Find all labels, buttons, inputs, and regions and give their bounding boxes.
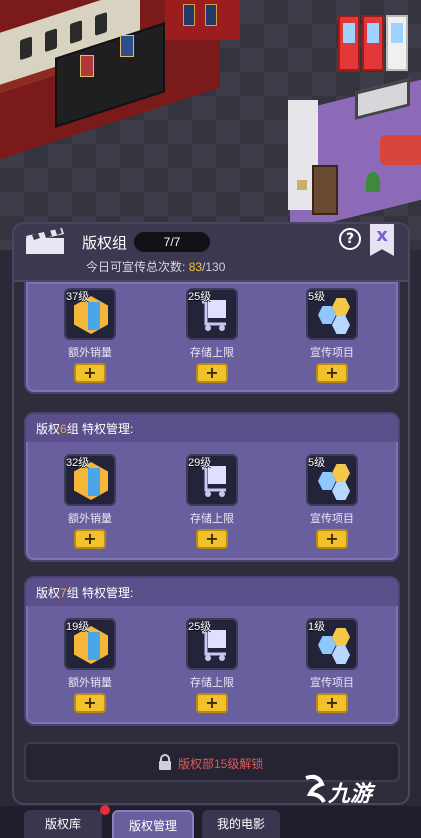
skill-extra-sales: 19级 额外销量 + [54, 618, 126, 713]
skill-icon-box: 5级 [306, 288, 358, 340]
skill-name: 存储上限 [190, 347, 234, 359]
vending-machine [338, 15, 360, 71]
skill-icon-box: 25级 [186, 288, 238, 340]
help-icon[interactable]: ? [339, 228, 361, 250]
group-title: 版权7组 特权管理: [36, 584, 133, 601]
skill-name: 宣传项目 [310, 677, 354, 689]
merch-item [45, 28, 57, 53]
skill-level: 25级 [188, 621, 212, 633]
upgrade-button[interactable]: + [316, 529, 348, 549]
skill-icon-box: 1级 [306, 618, 358, 670]
skill-promo-projects: 5级 宣传项目 + [296, 288, 368, 383]
skill-promo-projects: 1级 宣传项目 + [296, 618, 368, 713]
group-number: 7 [60, 586, 67, 600]
skill-name: 宣传项目 [310, 513, 354, 525]
game-scene-background [0, 0, 421, 250]
skill-storage-limit: 25级 存储上限 + [176, 288, 248, 383]
daily-promo-total: /130 [202, 260, 226, 274]
vending-machine [386, 15, 408, 71]
skill-icon-box: 25级 [186, 618, 238, 670]
bookshelf [312, 165, 338, 215]
group-number: 6 [60, 422, 67, 436]
tab-copyright-management[interactable]: 版权管理 [112, 810, 194, 838]
skill-level: 29级 [188, 457, 212, 469]
slot-counter: 7/7 [134, 232, 210, 252]
notification-dot [100, 805, 110, 815]
movie-poster [80, 55, 94, 77]
skill-name: 额外销量 [68, 677, 112, 689]
red-wall [165, 0, 240, 40]
close-button[interactable]: x [370, 224, 394, 256]
skill-icon-box: 29级 [186, 454, 238, 506]
daily-promo-count: 今日可宣传总次数: 83/130 [86, 258, 225, 275]
plant [366, 172, 380, 192]
merch-item [95, 11, 107, 36]
skill-level: 5级 [308, 457, 326, 469]
wall-poster [183, 4, 195, 26]
skill-storage-limit: 25级 存储上限 + [176, 618, 248, 713]
movie-poster [120, 35, 134, 57]
skill-level: 1级 [308, 621, 326, 633]
group-title: 版权6组 特权管理: [36, 420, 133, 437]
group-card: 37级 额外销量 + 25级 存储上限 + 5级 宣传项目 + [24, 282, 400, 394]
group-card-7: 版权7组 特权管理: 19级 额外销量 + 25级 存储上限 + 1级 宣传项目… [24, 576, 400, 726]
skill-storage-limit: 29级 存储上限 + [176, 454, 248, 549]
skill-promo-projects: 5级 宣传项目 + [296, 454, 368, 549]
skill-level: 19级 [66, 621, 90, 633]
merch-item [70, 20, 82, 44]
merch-item [20, 36, 32, 61]
skill-name: 存储上限 [190, 677, 234, 689]
skill-extra-sales: 32级 额外销量 + [54, 454, 126, 549]
skill-name: 额外销量 [68, 347, 112, 359]
group-title-prefix: 版权 [36, 586, 61, 600]
skill-icon-box: 32级 [64, 454, 116, 506]
skill-extra-sales: 37级 额外销量 + [54, 288, 126, 383]
daily-promo-label: 今日可宣传总次数: [86, 260, 186, 274]
clapperboard-icon [26, 228, 64, 254]
watermark-text: 九游 [328, 781, 373, 806]
group-card-6: 版权6组 特权管理: 32级 额外销量 + 29级 存储上限 + 5级 宣传项目… [24, 412, 400, 562]
upgrade-button[interactable]: + [196, 529, 228, 549]
copyright-group-panel: 版权组 7/7 今日可宣传总次数: 83/130 ? x 37级 额外销量 + [12, 222, 410, 805]
skill-icon-box: 5级 [306, 454, 358, 506]
lock-icon [159, 754, 171, 770]
wall-poster [205, 4, 217, 26]
upgrade-button[interactable]: + [74, 693, 106, 713]
picture-frame [297, 180, 307, 190]
vending-machine [362, 15, 384, 71]
upgrade-button[interactable]: + [316, 693, 348, 713]
tab-copyright-library[interactable]: 版权库 [24, 810, 102, 838]
group-title-suffix: 组 特权管理: [66, 586, 134, 600]
skill-level: 5级 [308, 291, 326, 303]
panel-header: 版权组 7/7 今日可宣传总次数: 83/130 ? x [14, 224, 408, 282]
tab-my-movies[interactable]: 我的电影 [202, 810, 280, 838]
sofa [380, 135, 421, 165]
game-screen: 版权组 7/7 今日可宣传总次数: 83/130 ? x 37级 额外销量 + [0, 0, 421, 838]
skill-name: 宣传项目 [310, 347, 354, 359]
upgrade-button[interactable]: + [316, 363, 348, 383]
panel-title: 版权组 [82, 235, 128, 252]
close-icon: x [376, 225, 388, 246]
upgrade-button[interactable]: + [74, 363, 106, 383]
group-title-suffix: 组 特权管理: [66, 422, 134, 436]
skill-name: 存储上限 [190, 513, 234, 525]
skill-icon-box: 19级 [64, 618, 116, 670]
skill-name: 额外销量 [68, 513, 112, 525]
upgrade-button[interactable]: + [196, 363, 228, 383]
unlock-requirement: 版权部15级解锁 [178, 757, 264, 771]
skill-icon-box: 37级 [64, 288, 116, 340]
daily-promo-used: 83 [188, 260, 203, 274]
upgrade-button[interactable]: + [196, 693, 228, 713]
skill-level: 37级 [66, 291, 90, 303]
skill-level: 32级 [66, 457, 90, 469]
skill-level: 25级 [188, 291, 212, 303]
bottom-tab-bar: 版权库 版权管理 我的电影 [0, 806, 421, 838]
group-title-prefix: 版权 [36, 422, 61, 436]
upgrade-button[interactable]: + [74, 529, 106, 549]
